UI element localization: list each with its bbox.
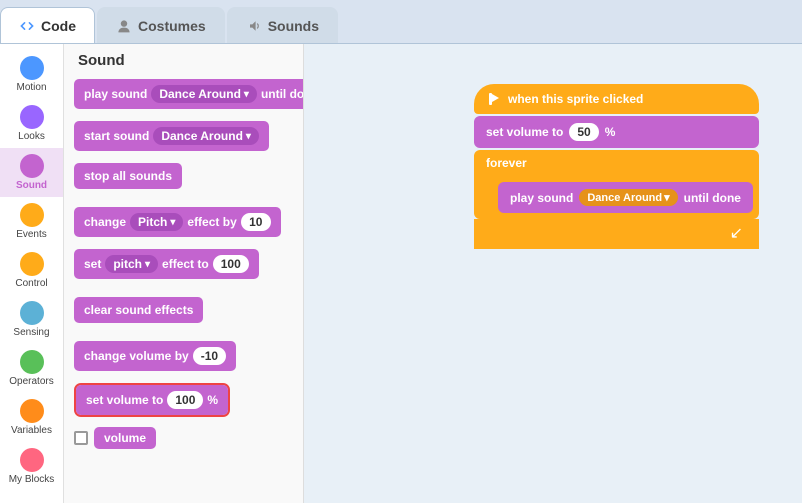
block-start-sound[interactable]: start sound Dance Around xyxy=(74,121,293,157)
change-label: change xyxy=(84,215,126,229)
canvas-set-vol-label: set volume to xyxy=(486,125,563,139)
sidebar-label-sensing: Sensing xyxy=(13,327,49,338)
effect-to-label: effect to xyxy=(162,257,209,271)
sidebar-label-variables: Variables xyxy=(11,425,52,436)
tab-sounds-label: Sounds xyxy=(268,18,319,34)
until-done-label: until done xyxy=(261,87,304,101)
pitch-value-2[interactable]: 100 xyxy=(213,255,249,273)
canvas-when-clicked[interactable]: when this sprite clicked xyxy=(474,84,759,114)
panel-title: Sound xyxy=(74,52,293,69)
sidebar-label-looks: Looks xyxy=(18,131,45,142)
volume-change-value[interactable]: -10 xyxy=(193,347,226,365)
tab-costumes-label: Costumes xyxy=(138,18,206,34)
events-dot xyxy=(20,203,44,227)
volume-set-value[interactable]: 100 xyxy=(167,391,203,409)
control-dot xyxy=(20,252,44,276)
block-set-pitch[interactable]: set pitch effect to 100 xyxy=(74,249,293,285)
flag-icon xyxy=(486,91,502,107)
sidebar-label-control: Control xyxy=(15,278,47,289)
forever-label: forever xyxy=(486,156,527,170)
sidebar-item-motion[interactable]: Motion xyxy=(0,50,63,99)
forever-arrow: ↙ xyxy=(474,219,759,249)
inner-until-done: until done xyxy=(684,191,741,205)
sidebar-label-motion: Motion xyxy=(16,82,46,93)
volume-checkbox-row: volume xyxy=(74,427,293,449)
set-label: set xyxy=(84,257,101,271)
pitch-dropdown-2[interactable]: pitch xyxy=(105,255,158,273)
sidebar-item-variables[interactable]: Variables xyxy=(0,393,63,442)
change-volume-label: change volume by xyxy=(84,349,189,363)
operators-dot xyxy=(20,350,44,374)
tab-bar: Code Costumes Sounds xyxy=(0,0,802,44)
sound-dropdown-1[interactable]: Dance Around xyxy=(151,85,257,103)
blocks-panel: Sound play sound Dance Around until done… xyxy=(64,44,304,503)
canvas-inner-play-sound[interactable]: play sound Dance Around until done xyxy=(498,182,753,213)
sidebar-label-sound: Sound xyxy=(16,180,47,191)
volume-checkbox[interactable] xyxy=(74,431,88,445)
block-change-pitch[interactable]: change Pitch effect by 10 xyxy=(74,207,293,243)
canvas-set-volume[interactable]: set volume to 50 % xyxy=(474,116,759,148)
clear-effects-label: clear sound effects xyxy=(84,303,193,317)
main-layout: Motion Looks Sound Events Control Sensin… xyxy=(0,44,802,503)
looks-dot xyxy=(20,105,44,129)
sidebar-item-operators[interactable]: Operators xyxy=(0,344,63,393)
sound-dropdown-2[interactable]: Dance Around xyxy=(153,127,259,145)
canvas-vol-value[interactable]: 50 xyxy=(569,123,598,141)
sidebar-item-myblocks[interactable]: My Blocks xyxy=(0,442,63,491)
myblocks-dot xyxy=(20,448,44,472)
pitch-dropdown[interactable]: Pitch xyxy=(130,213,183,231)
sidebar-label-myblocks: My Blocks xyxy=(9,474,55,485)
sidebar-label-operators: Operators xyxy=(9,376,53,387)
start-sound-label: start sound xyxy=(84,129,149,143)
sound-tab-icon xyxy=(246,18,262,34)
canvas-forever-block[interactable]: forever play sound Dance Around until do… xyxy=(474,150,759,249)
percent-label: % xyxy=(207,393,218,407)
variables-dot xyxy=(20,399,44,423)
tab-costumes[interactable]: Costumes xyxy=(97,7,225,43)
sidebar-item-sound[interactable]: Sound xyxy=(0,148,63,197)
code-icon xyxy=(19,18,35,34)
play-sound-label: play sound xyxy=(84,87,147,101)
block-change-volume[interactable]: change volume by -10 xyxy=(74,341,293,377)
sensing-dot xyxy=(20,301,44,325)
motion-dot xyxy=(20,56,44,80)
sidebar-item-looks[interactable]: Looks xyxy=(0,99,63,148)
sound-dot xyxy=(20,154,44,178)
sidebar-item-control[interactable]: Control xyxy=(0,246,63,295)
stop-sounds-label: stop all sounds xyxy=(84,169,172,183)
block-set-volume-highlighted[interactable]: set volume to 100 % xyxy=(74,383,230,417)
sidebar-label-events: Events xyxy=(16,229,47,240)
tab-code-label: Code xyxy=(41,18,76,34)
forever-body: play sound Dance Around until done xyxy=(474,176,759,219)
effect-by-label: effect by xyxy=(187,215,236,229)
inner-play-label: play sound xyxy=(510,191,573,205)
block-play-sound-done[interactable]: play sound Dance Around until done xyxy=(74,79,293,115)
canvas-group: when this sprite clicked set volume to 5… xyxy=(474,84,759,249)
tab-code[interactable]: Code xyxy=(0,7,95,43)
when-clicked-text: when this sprite clicked xyxy=(508,92,643,106)
set-volume-label: set volume to xyxy=(86,393,163,407)
block-stop-sounds[interactable]: stop all sounds xyxy=(74,163,293,195)
volume-var-label: volume xyxy=(104,431,146,445)
pitch-value[interactable]: 10 xyxy=(241,213,271,231)
costume-icon xyxy=(116,18,132,34)
categories-sidebar: Motion Looks Sound Events Control Sensin… xyxy=(0,44,64,503)
sidebar-item-events[interactable]: Events xyxy=(0,197,63,246)
inner-sound-dropdown[interactable]: Dance Around xyxy=(579,189,677,206)
sidebar-item-sensing[interactable]: Sensing xyxy=(0,295,63,344)
code-area: when this sprite clicked set volume to 5… xyxy=(304,44,802,503)
arrow-icon: ↙ xyxy=(730,223,743,243)
tab-sounds[interactable]: Sounds xyxy=(227,7,338,43)
canvas-pct-label: % xyxy=(605,125,616,139)
block-clear-effects[interactable]: clear sound effects xyxy=(74,297,293,329)
